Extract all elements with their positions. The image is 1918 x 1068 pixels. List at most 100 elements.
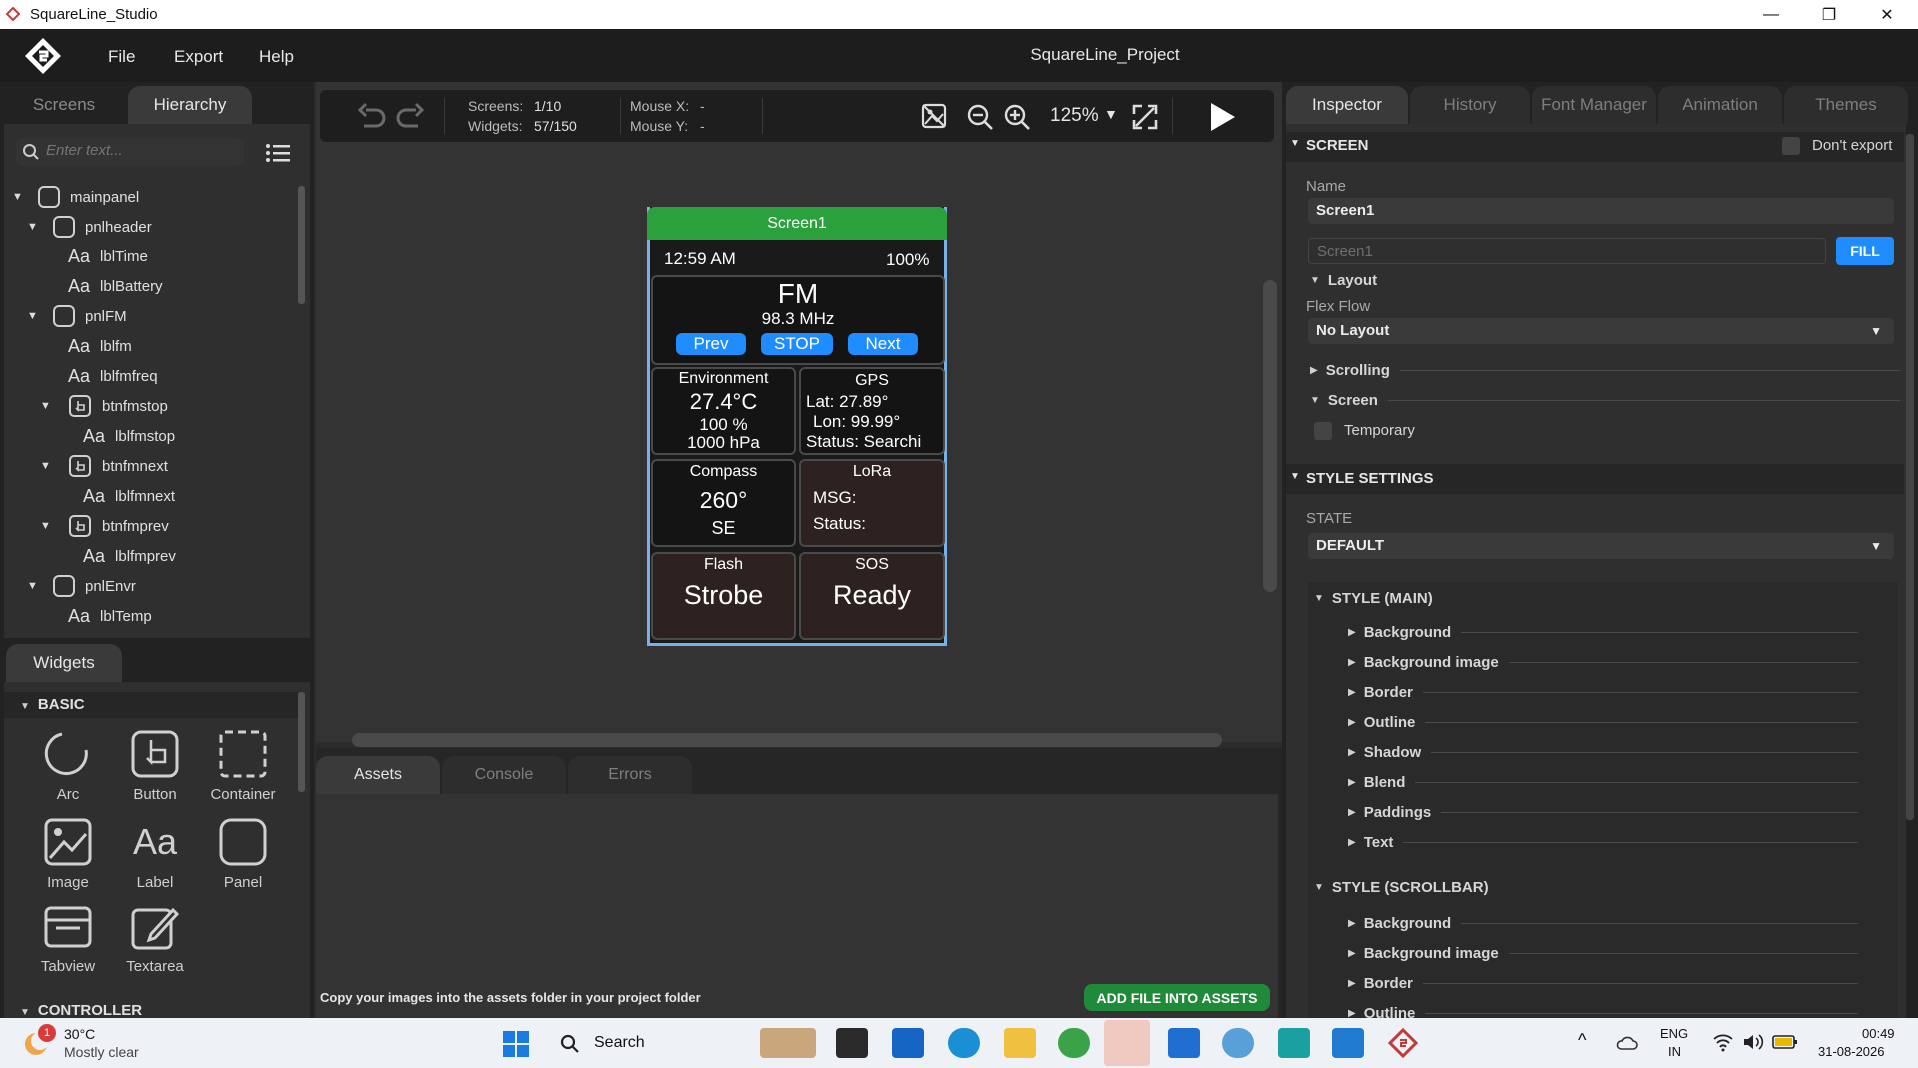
play-icon[interactable] [1206, 100, 1238, 134]
arduino-app-icon[interactable] [1278, 1028, 1310, 1058]
layout-section[interactable]: ▼ Layout [1310, 272, 1900, 289]
weather-widget[interactable]: 1 [20, 1024, 56, 1058]
style-main-paddings[interactable]: ▶ Paddings [1348, 804, 1858, 821]
expand-arrow-icon[interactable]: ▼ [40, 520, 54, 532]
expand-arrow-icon[interactable]: ▼ [27, 221, 41, 233]
style-main-blend[interactable]: ▶ Blend [1348, 774, 1858, 791]
add-file-button[interactable]: ADD FILE INTO ASSETS [1084, 984, 1270, 1011]
widget-textarea[interactable]: Textarea [114, 904, 196, 975]
browser-app-icon[interactable] [1222, 1028, 1254, 1058]
tree-item-lblfmfreq[interactable]: Aa lblfmfreq [68, 363, 158, 389]
redo-icon[interactable] [394, 100, 426, 132]
chrome-app-icon[interactable] [1058, 1028, 1090, 1058]
tree-item-pnlenvr[interactable]: ▼ pnlEnvr [27, 573, 136, 599]
hierarchy-scrollbar[interactable] [298, 186, 305, 304]
tree-item-lblfmnext[interactable]: Aa lblfmnext [83, 483, 175, 509]
file-explorer-app-icon[interactable] [1004, 1028, 1036, 1058]
expand-arrow-icon[interactable]: ▼ [40, 400, 54, 412]
volume-icon[interactable] [1742, 1032, 1764, 1052]
language-code[interactable]: ENG [1660, 1026, 1688, 1041]
outlook-app-icon[interactable] [892, 1028, 924, 1058]
squareline-app-icon[interactable] [1388, 1028, 1418, 1058]
screen-subsection[interactable]: ▼ Screen [1310, 392, 1900, 409]
tree-item-lblbattery[interactable]: Aa lblBattery [68, 273, 163, 299]
close-button[interactable]: ✕ [1858, 0, 1916, 29]
hierarchy-search[interactable] [16, 138, 244, 166]
widget-container[interactable]: Container [202, 728, 284, 803]
tree-item-pnlheader[interactable]: ▼ pnlheader [27, 214, 152, 240]
style-scrollbar-border[interactable]: ▶ Border [1348, 975, 1858, 992]
fit-screen-icon[interactable] [1130, 102, 1160, 132]
clock-date[interactable]: 31-08-2026 [1818, 1044, 1885, 1059]
tab-animation[interactable]: Animation [1658, 86, 1782, 124]
zoom-in-icon[interactable] [1003, 103, 1031, 131]
notepad-app-icon[interactable] [1332, 1028, 1364, 1058]
style-main-header[interactable]: ▼ STYLE (MAIN) [1314, 590, 1894, 607]
widget-panel[interactable]: Panel [202, 816, 284, 891]
background-image-icon[interactable] [920, 102, 948, 130]
tab-hierarchy[interactable]: Hierarchy [128, 86, 252, 124]
scrolling-section[interactable]: ▶ Scrolling [1310, 362, 1900, 379]
start-windows-icon[interactable] [502, 1030, 530, 1058]
canvas-vertical-scrollbar[interactable] [1263, 280, 1277, 592]
tree-item-lblfmstop[interactable]: Aa lblfmstop [83, 423, 175, 449]
minimize-button[interactable]: — [1742, 0, 1800, 29]
widget-label-item[interactable]: Aa Label [114, 816, 196, 891]
wifi-icon[interactable] [1712, 1032, 1734, 1052]
style-main-background[interactable]: ▶ Background [1348, 624, 1858, 641]
flex-flow-dropdown[interactable]: No Layout ▼ [1308, 318, 1894, 344]
style-scrollbar-background-image[interactable]: ▶ Background image [1348, 945, 1858, 962]
tab-console[interactable]: Console [442, 756, 566, 794]
style-scrollbar-header[interactable]: ▼ STYLE (SCROLLBAR) [1314, 879, 1894, 896]
tree-item-lbltemp[interactable]: Aa lblTemp [68, 603, 152, 629]
tab-screens[interactable]: Screens [6, 86, 122, 124]
zoom-dropdown-icon[interactable]: ▼ [1104, 106, 1118, 122]
show-hidden-icons[interactable]: ^ [1578, 1030, 1586, 1051]
tree-item-btnfmnext[interactable]: ▼ btnfmnext [40, 453, 168, 479]
name-field[interactable]: Screen1 [1308, 198, 1894, 224]
list-view-icon[interactable] [264, 142, 292, 164]
screen-tab[interactable]: Screen1 [647, 207, 947, 240]
widget-tabview[interactable]: Tabview [27, 904, 109, 975]
widgets-group-basic[interactable]: ▼ BASIC [4, 692, 298, 718]
widget-image[interactable]: Image [27, 816, 109, 891]
tab-history[interactable]: History [1410, 86, 1530, 124]
tab-widgets[interactable]: Widgets [6, 644, 122, 682]
style-main-shadow[interactable]: ▶ Shadow [1348, 744, 1858, 761]
zoom-out-icon[interactable] [966, 103, 994, 131]
style-main-border[interactable]: ▶ Border [1348, 684, 1858, 701]
fill-name-field[interactable]: Screen1 [1308, 238, 1826, 264]
sticky-notes-app-icon[interactable] [1104, 1020, 1150, 1066]
expand-arrow-icon[interactable]: ▼ [27, 310, 41, 322]
widgets-group-controller[interactable]: ▼ CONTROLLER [4, 998, 298, 1018]
expand-arrow-icon[interactable]: ▼ [40, 460, 54, 472]
temporary-checkbox[interactable] [1314, 422, 1332, 440]
tree-item-btnfmprev[interactable]: ▼ btnfmprev [40, 513, 169, 539]
taskview-app-icon[interactable] [836, 1028, 868, 1058]
language-region[interactable]: IN [1668, 1044, 1681, 1059]
tab-errors[interactable]: Errors [568, 756, 692, 794]
cloud-sync-icon[interactable] [1616, 1033, 1638, 1053]
style-scrollbar-background[interactable]: ▶ Background [1348, 915, 1858, 932]
tree-item-btnfmstop[interactable]: ▼ btnfmstop [40, 393, 168, 419]
tab-themes[interactable]: Themes [1784, 86, 1908, 124]
next-button[interactable]: Next [848, 333, 918, 355]
expand-arrow-icon[interactable]: ▼ [27, 580, 41, 592]
search-input[interactable] [46, 142, 236, 159]
state-dropdown[interactable]: DEFAULT ▼ [1308, 533, 1894, 559]
widgets-scrollbar[interactable] [298, 692, 305, 792]
expand-arrow-icon[interactable]: ▼ [12, 191, 26, 203]
tree-item-pnlfm[interactable]: ▼ pnlFM [27, 303, 127, 329]
tree-item-lbltime[interactable]: Aa lblTime [68, 243, 148, 269]
tree-item-mainpanel[interactable]: ▼ mainpanel [12, 184, 139, 210]
fill-button[interactable]: FILL [1836, 237, 1894, 265]
style-main-outline[interactable]: ▶ Outline [1348, 714, 1858, 731]
widget-arc[interactable]: Arc [27, 728, 109, 803]
inspector-scrollbar[interactable] [1906, 134, 1914, 820]
style-main-background-image[interactable]: ▶ Background image [1348, 654, 1858, 671]
tree-item-lblfm[interactable]: Aa lblfm [68, 333, 132, 359]
clock-time[interactable]: 00:49 [1862, 1026, 1895, 1041]
battery-icon[interactable] [1772, 1034, 1798, 1050]
tab-assets[interactable]: Assets [316, 756, 440, 794]
tab-inspector[interactable]: Inspector [1286, 86, 1408, 124]
